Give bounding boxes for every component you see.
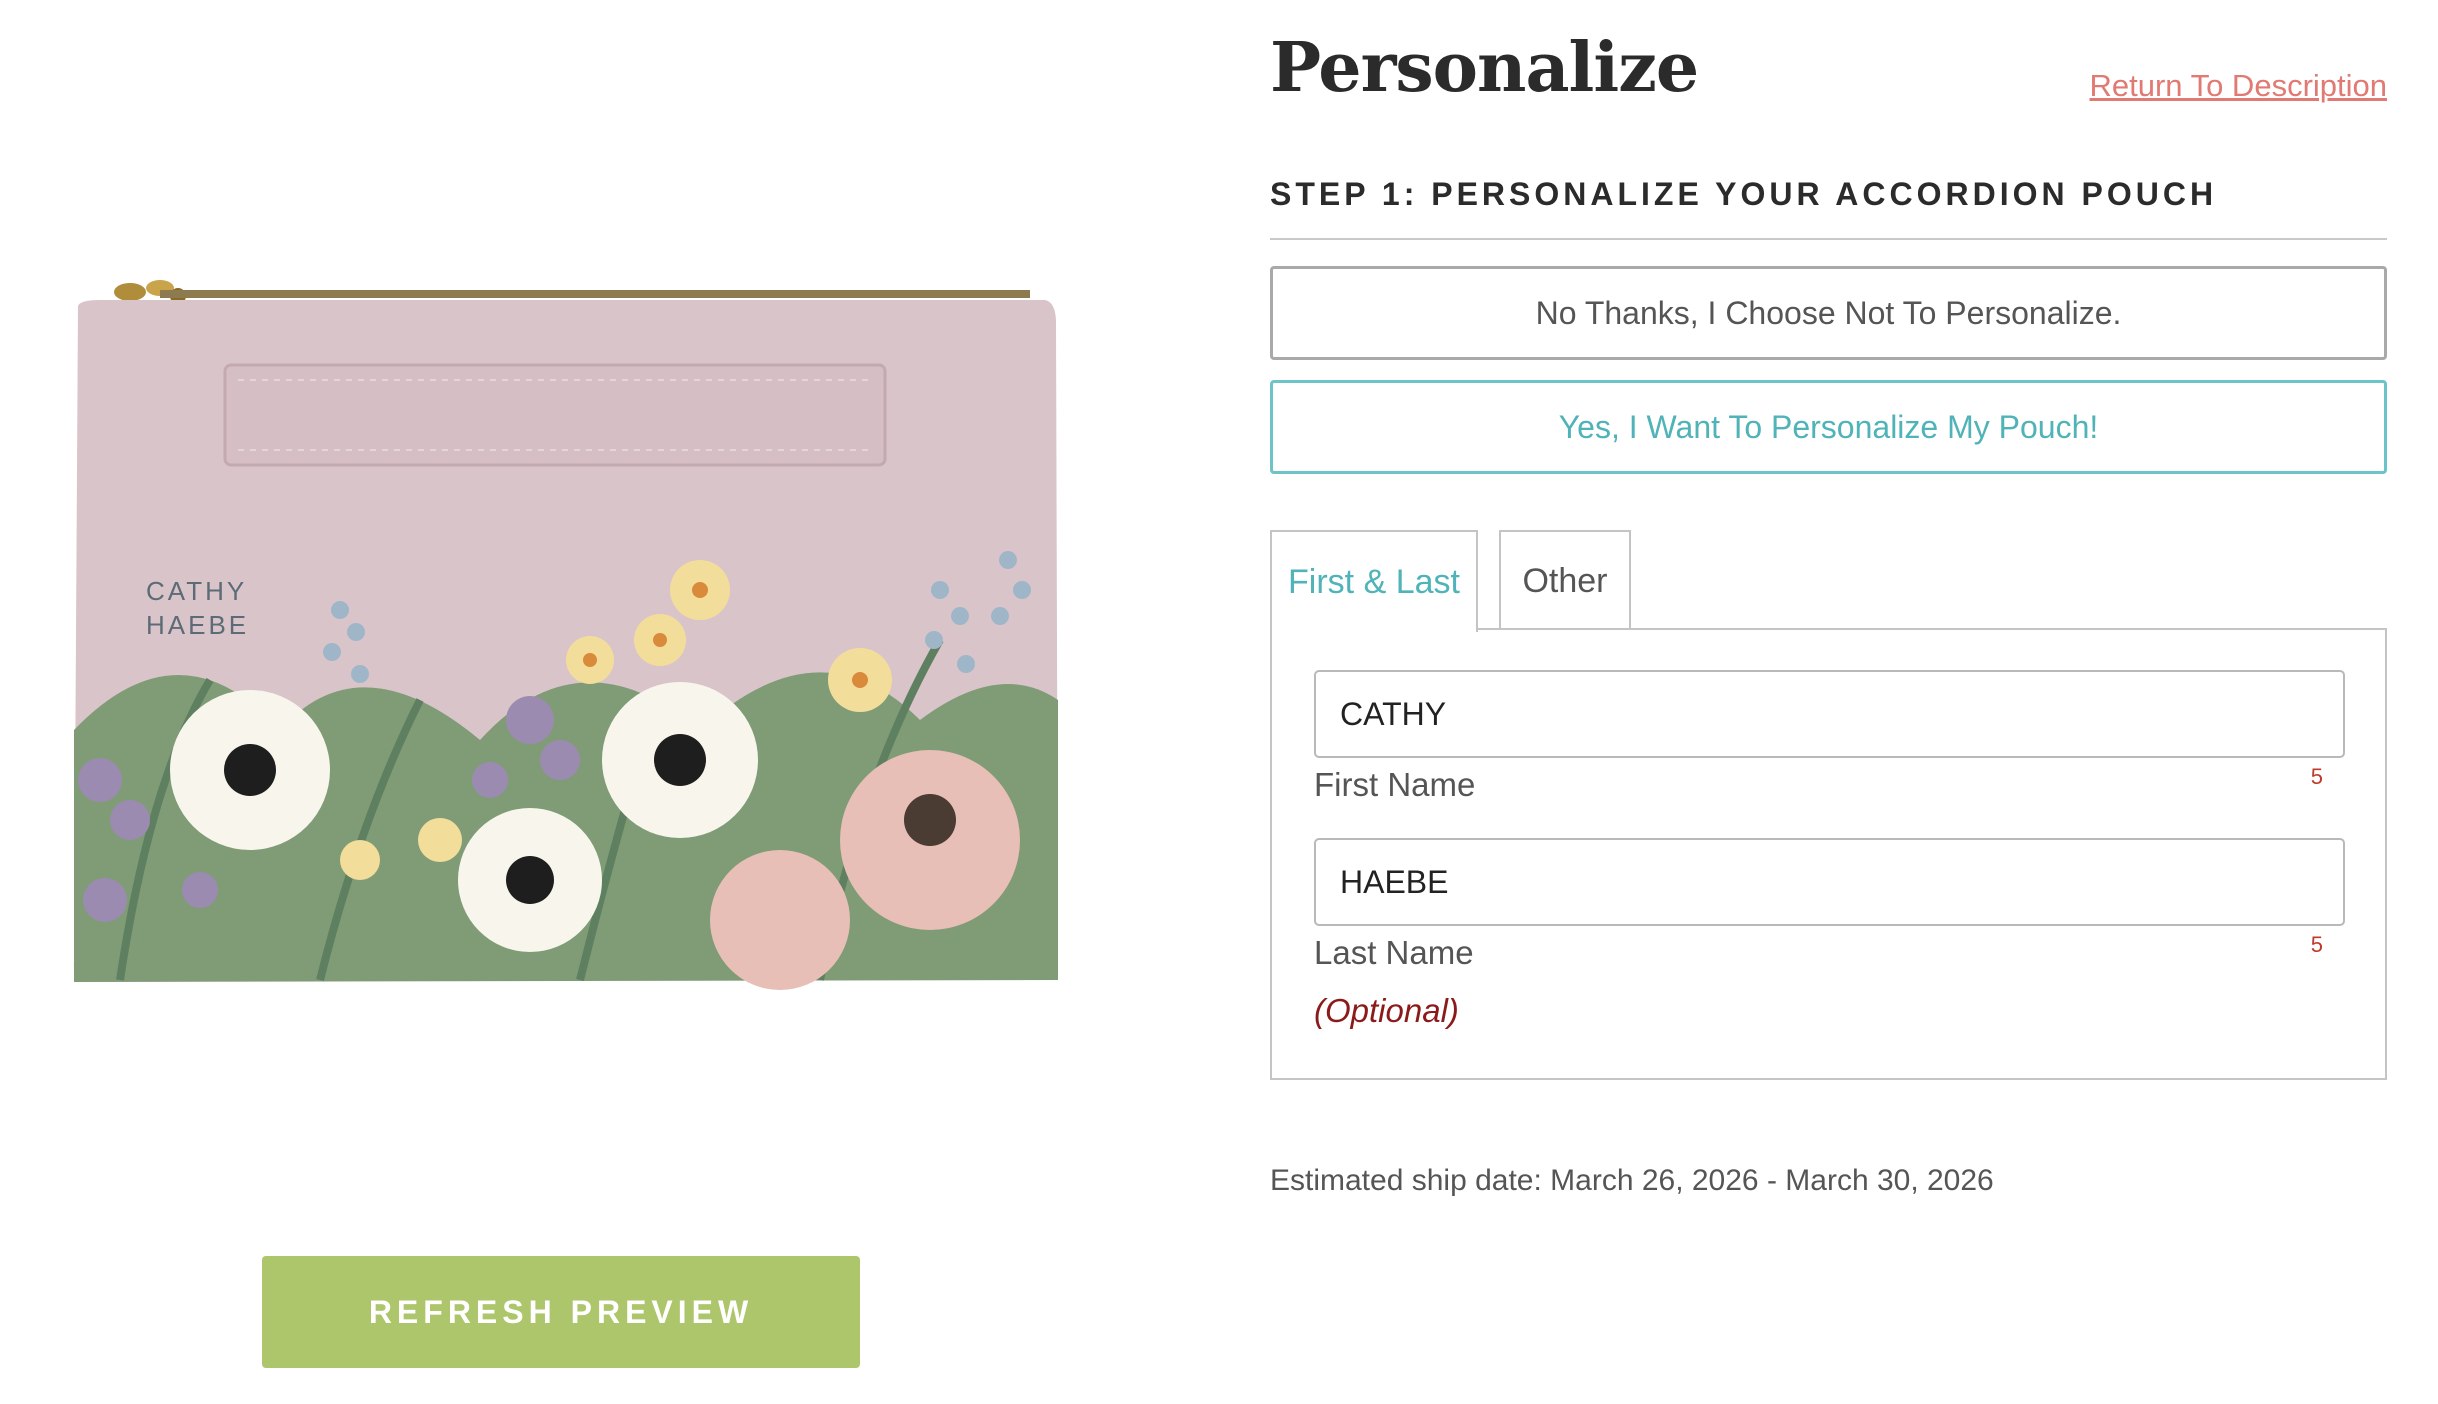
tab-first-last[interactable]: First & Last	[1270, 530, 1478, 632]
first-name-char-count: 5	[2310, 764, 2323, 789]
refresh-preview-button[interactable]: REFRESH PREVIEW	[262, 1256, 860, 1368]
tab-other[interactable]: Other	[1499, 530, 1631, 630]
last-name-char-count: 5	[2310, 932, 2323, 957]
optional-note: (Optional)	[1314, 992, 1459, 1029]
first-name-label: First Name	[1314, 766, 1476, 803]
step-heading: STEP 1: PERSONALIZE YOUR ACCORDION POUCH	[1270, 176, 2218, 212]
page-title: Personalize	[1270, 28, 1699, 108]
pouch-image: CATHY HAEBE	[73, 280, 1059, 990]
zipper	[160, 290, 1030, 298]
last-name-input[interactable]	[1314, 838, 2345, 926]
product-preview: CATHY HAEBE	[60, 260, 1060, 1000]
divider	[1270, 238, 2387, 240]
first-name-input[interactable]	[1314, 670, 2345, 758]
pouch-name-last: HAEBE	[146, 610, 249, 640]
estimated-ship-date: Estimated ship date: March 26, 2026 - Ma…	[1270, 1164, 1994, 1197]
return-to-description-link[interactable]: Return To Description	[2089, 68, 2387, 104]
no-personalize-button[interactable]: No Thanks, I Choose Not To Personalize.	[1270, 266, 2387, 360]
pouch-name-first: CATHY	[146, 576, 247, 606]
last-name-label: Last Name	[1314, 934, 1474, 971]
yes-personalize-button[interactable]: Yes, I Want To Personalize My Pouch!	[1270, 380, 2387, 474]
name-fields-panel: First Name 5 Last Name 5 (Optional)	[1270, 628, 2387, 1080]
